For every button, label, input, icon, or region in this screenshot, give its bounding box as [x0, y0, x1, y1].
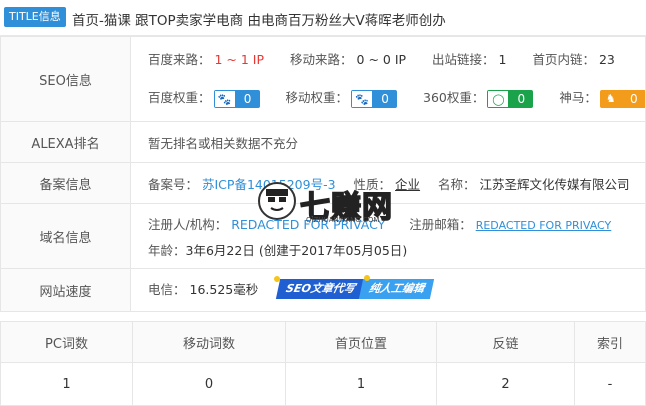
banner-seo-writing[interactable]: SEO文章代写	[276, 279, 366, 300]
weight-360-value: 0	[509, 89, 534, 108]
speed-values: 电信： 16.525毫秒 SEO文章代写 纯人工编辑	[130, 268, 646, 312]
nature-value[interactable]: 企业	[395, 177, 420, 192]
watermark-subtext: QIZHUANWANG.COM	[306, 216, 380, 224]
360-logo-icon: ◯	[487, 89, 510, 108]
shenma-key: 神马：	[559, 90, 597, 105]
header-backlinks: 反链	[436, 321, 575, 363]
header-index: 索引	[574, 321, 646, 363]
age-value: 3年6月22日	[185, 243, 255, 258]
paw-icon: 🐾	[213, 89, 236, 108]
speed-row: 网站速度 电信： 16.525毫秒 SEO文章代写 纯人工编辑	[0, 268, 646, 312]
domain-line-2: 年龄：3年6月22日 (创建于2017年05月05日)	[148, 238, 645, 264]
watermark: 七赚网 QIZHUANWANG.COM	[258, 180, 398, 226]
alexa-value: 暂无排名或相关数据不充分	[130, 121, 646, 163]
mobile-source-key: 移动来路：	[290, 52, 353, 67]
baidu-weight-key: 百度权重：	[148, 90, 211, 105]
age-key: 年龄：	[148, 243, 186, 258]
outbound-links-key: 出站链接：	[432, 52, 495, 67]
header-mobile-words: 移动词数	[132, 321, 286, 363]
paw-icon: 🐾	[351, 89, 374, 108]
baidu-source-key: 百度来路：	[148, 52, 211, 67]
created-date: (创建于2017年05月05日)	[258, 243, 408, 258]
mobile-weight-value: 0	[373, 89, 398, 108]
site-info-table: SEO信息 百度来路： 1 ~ 1 IP 移动来路： 0 ~ 0 IP 出站链接…	[0, 36, 646, 312]
title-bar: TITLE信息 首页-猫课 跟TOP卖家学电商 由电商百万粉丝大V蒋晖老师创办	[0, 0, 646, 36]
value-mobile-words: 0	[132, 362, 286, 406]
mobile-weight-key: 移动权重：	[285, 90, 349, 105]
seo-label: SEO信息	[0, 36, 131, 122]
seo-ad-banner[interactable]: SEO文章代写 纯人工编辑	[274, 275, 435, 301]
title-badge: TITLE信息	[4, 7, 66, 27]
watermark-avatar-icon	[258, 182, 296, 220]
beian-label: 备案信息	[0, 162, 131, 204]
seo-line-1: 百度来路： 1 ~ 1 IP 移动来路： 0 ~ 0 IP 出站链接： 1 首页…	[148, 41, 645, 79]
outbound-links-value: 1	[498, 52, 507, 67]
weight-360-badge[interactable]: ◯ 0	[487, 89, 534, 108]
inner-links-value: 23	[598, 52, 615, 67]
page-title: 首页-猫课 跟TOP卖家学电商 由电商百万粉丝大V蒋晖老师创办	[72, 13, 446, 29]
alexa-row: ALEXA排名 暂无排名或相关数据不充分	[0, 121, 646, 163]
mobile-weight-badge[interactable]: 🐾 0	[351, 89, 398, 108]
baidu-source-value[interactable]: 1 ~ 1 IP	[215, 52, 265, 67]
seo-row: SEO信息 百度来路： 1 ~ 1 IP 移动来路： 0 ~ 0 IP 出站链接…	[0, 36, 646, 122]
inner-links-key: 首页内链：	[532, 52, 595, 67]
email-key: 注册邮箱：	[409, 217, 472, 232]
beian-number-key: 备案号：	[148, 176, 199, 192]
stats-header-row: PC词数 移动词数 首页位置 反链 索引	[0, 321, 646, 363]
weight-360-key: 360权重：	[423, 90, 485, 105]
speed-label: 网站速度	[0, 268, 131, 312]
value-index: -	[574, 362, 646, 406]
alexa-label: ALEXA排名	[0, 121, 131, 163]
face-icon	[266, 189, 288, 211]
mobile-source-value: 0 ~ 0 IP	[356, 52, 407, 67]
header-home-position: 首页位置	[285, 321, 437, 363]
seo-values: 百度来路： 1 ~ 1 IP 移动来路： 0 ~ 0 IP 出站链接： 1 首页…	[130, 36, 646, 122]
banner-manual-edit[interactable]: 纯人工编辑	[358, 279, 435, 300]
telecom-value: 16.525毫秒	[189, 281, 259, 297]
keyword-stats-table: PC词数 移动词数 首页位置 反链 索引 1 0 1 2 -	[0, 321, 646, 406]
horse-icon: ♞	[599, 89, 622, 108]
domain-label: 域名信息	[0, 203, 131, 269]
value-pc-words: 1	[0, 362, 133, 406]
shenma-value: 0	[621, 89, 645, 108]
header-pc-words: PC词数	[0, 321, 133, 363]
value-home-position: 1	[285, 362, 437, 406]
baidu-weight-value: 0	[235, 89, 260, 108]
company-name-key: 名称：	[438, 176, 476, 192]
value-backlinks: 2	[436, 362, 575, 406]
telecom-key: 电信：	[148, 281, 186, 297]
company-name-value: 江苏圣辉文化传媒有限公司	[479, 176, 630, 192]
baidu-weight-badge[interactable]: 🐾 0	[213, 89, 260, 108]
registrant-key: 注册人/机构：	[148, 217, 228, 232]
stats-value-row: 1 0 1 2 -	[0, 362, 646, 406]
email-link[interactable]: REDACTED FOR PRIVACY	[476, 219, 612, 232]
seo-line-2: 百度权重：🐾0 移动权重：🐾0 360权重：◯0 神马：♞0 搜	[148, 79, 645, 117]
shenma-badge[interactable]: ♞ 0	[599, 89, 645, 108]
